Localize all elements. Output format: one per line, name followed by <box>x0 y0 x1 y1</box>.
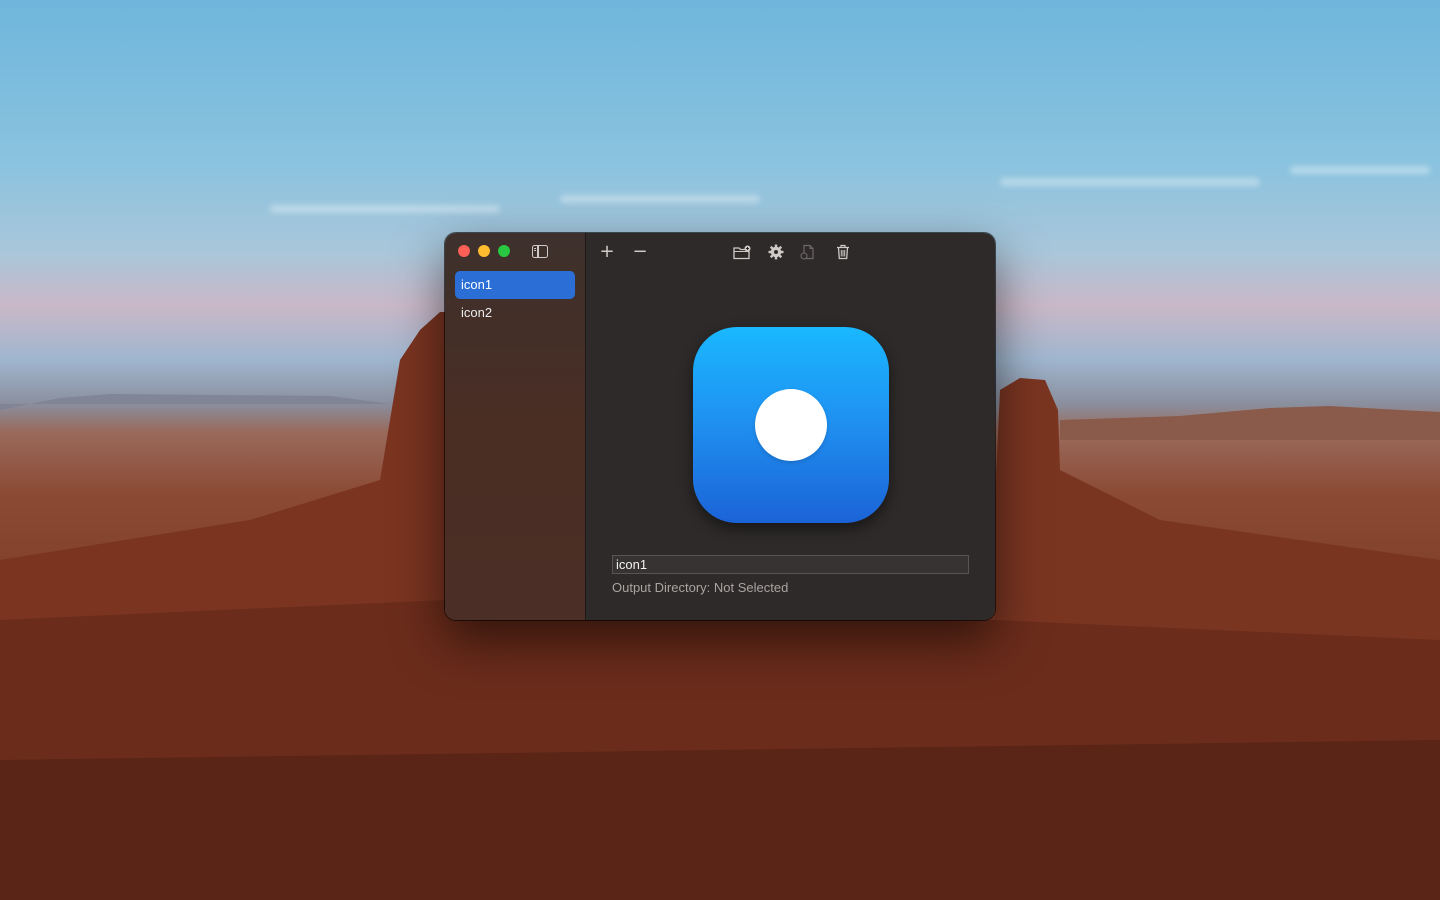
list-item[interactable]: icon1 <box>455 271 575 299</box>
settings-button[interactable] <box>766 242 786 262</box>
minus-icon: − <box>632 241 648 262</box>
add-button[interactable]: + <box>597 242 617 262</box>
output-directory-label: Output Directory: Not Selected <box>612 580 789 595</box>
export-button[interactable] <box>798 242 818 262</box>
plus-icon: + <box>599 241 615 262</box>
folder-badge-icon <box>733 245 751 259</box>
close-window-button[interactable] <box>458 245 470 257</box>
choose-folder-button[interactable] <box>732 242 752 262</box>
sidebar-toggle-icon[interactable] <box>532 245 548 258</box>
export-document-icon <box>800 244 814 260</box>
icon-list: icon1 icon2 <box>455 271 575 327</box>
icon-preview <box>693 327 889 523</box>
icon-name-field[interactable] <box>612 555 969 574</box>
trash-icon <box>837 244 849 260</box>
icon-preview-circle <box>755 389 827 461</box>
gear-icon <box>768 244 784 260</box>
app-window: icon1 icon2 + − icon1 Output Directory: … <box>445 233 995 620</box>
list-item[interactable]: icon2 <box>455 299 575 327</box>
zoom-window-button[interactable] <box>498 245 510 257</box>
delete-button[interactable] <box>833 242 853 262</box>
minimize-window-button[interactable] <box>478 245 490 257</box>
main-content: + − icon1 Output Directory: Not Selected <box>586 233 995 620</box>
window-controls <box>458 245 510 257</box>
remove-button[interactable]: − <box>630 242 650 262</box>
sidebar: icon1 icon2 <box>445 233 586 620</box>
